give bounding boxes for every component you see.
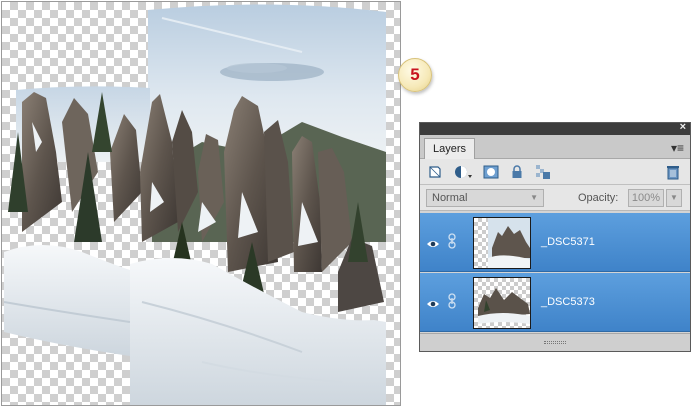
layer-thumbnail (473, 277, 531, 329)
layer-options-row: Normal ▼ Opacity: 100% ▼ (420, 185, 690, 211)
eye-icon[interactable] (426, 296, 440, 307)
panel-footer (420, 333, 690, 351)
resize-grip[interactable] (544, 341, 566, 344)
layers-panel: × Layers ▾≡ Normal ▼ Opacity: 100% ▼ _DS… (419, 121, 691, 352)
blend-mode-select[interactable]: Normal ▼ (426, 189, 544, 207)
document-canvas[interactable] (1, 1, 401, 406)
panorama-image (3, 4, 386, 405)
add-layer-mask-icon[interactable] (482, 163, 500, 181)
panel-tab-row: Layers ▾≡ (420, 135, 690, 160)
opacity-dropdown-button[interactable]: ▼ (666, 189, 682, 207)
new-layer-icon[interactable] (426, 163, 444, 181)
layer-row[interactable]: _DSC5371 (420, 213, 690, 272)
link-icon[interactable] (448, 233, 456, 249)
opacity-label: Opacity: (578, 192, 619, 204)
new-adjustment-layer-icon[interactable] (452, 163, 474, 181)
layer-row[interactable]: _DSC5373 (420, 273, 690, 332)
layer-thumbnail (473, 217, 531, 269)
lock-all-icon[interactable] (508, 163, 526, 181)
close-icon[interactable]: × (680, 121, 686, 133)
delete-layer-icon[interactable] (664, 163, 682, 181)
eye-icon[interactable] (426, 236, 440, 247)
chevron-down-icon: ▼ (530, 193, 538, 202)
panel-titlebar[interactable]: × (420, 121, 690, 135)
layer-name[interactable]: _DSC5373 (541, 296, 595, 308)
link-icon[interactable] (448, 293, 456, 309)
step-number-badge: 5 (398, 58, 432, 92)
panel-menu-icon[interactable]: ▾≡ (671, 141, 684, 155)
lock-transparent-icon[interactable] (534, 163, 552, 181)
tab-layers[interactable]: Layers (424, 138, 476, 160)
layer-name[interactable]: _DSC5371 (541, 236, 595, 248)
blend-mode-value: Normal (432, 192, 468, 204)
opacity-field[interactable]: 100% (628, 189, 664, 207)
layers-toolbar (420, 159, 690, 185)
